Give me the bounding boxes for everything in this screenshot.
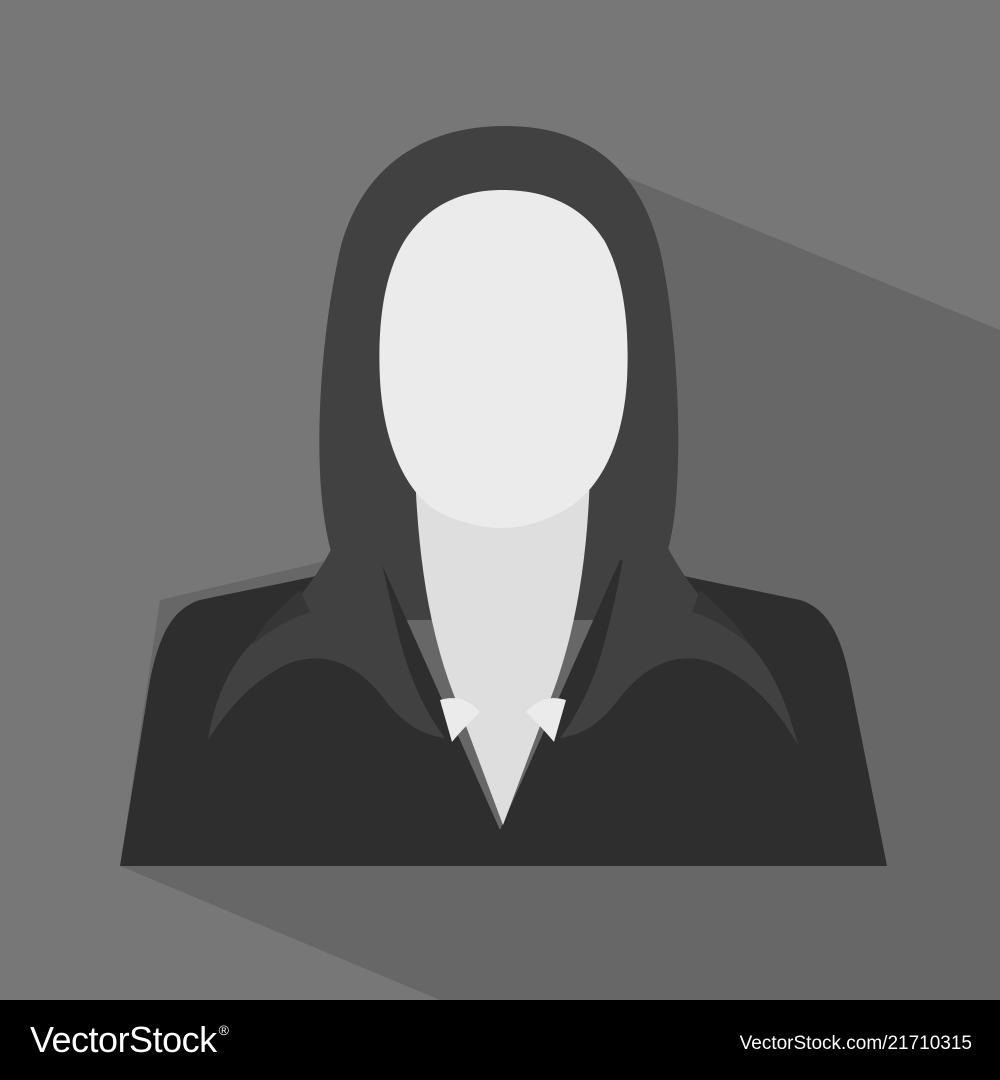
vectorstock-logo: VectorStock ® — [30, 1018, 229, 1062]
image-id-label: VectorStock.com/21710315 — [739, 1033, 972, 1054]
stock-image: VectorStock ® VectorStock.com/21710315 — [0, 0, 1000, 1080]
brand-name: VectorStock — [30, 1019, 217, 1060]
female-avatar-illustration — [0, 0, 1000, 1000]
watermark-bar: VectorStock ® VectorStock.com/21710315 — [0, 1000, 1000, 1080]
registered-mark: ® — [218, 1022, 229, 1038]
face — [379, 190, 628, 528]
